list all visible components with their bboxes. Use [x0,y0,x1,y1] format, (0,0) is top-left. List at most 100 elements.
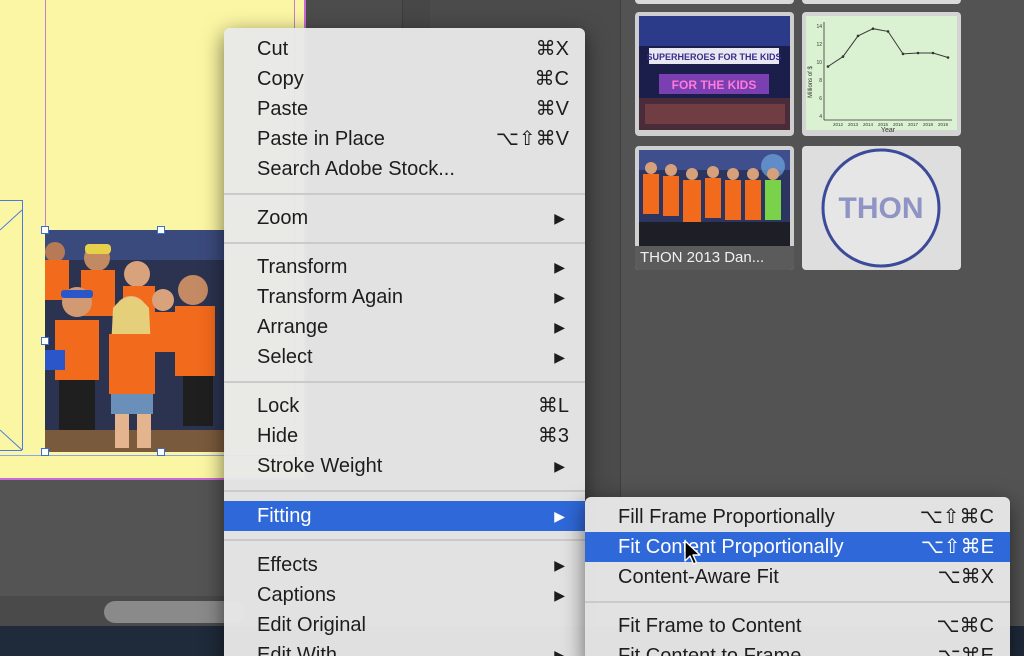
menu-item-label: Fit Content Proportionally [618,536,844,558]
submenu-arrow-icon: ▶ [554,210,565,226]
menu-item-search-adobe-stock[interactable]: Search Adobe Stock... [224,154,585,184]
chart-point [856,34,860,38]
submenu-item-fit-content-proportionally[interactable]: Fit Content Proportionally ⌥⇧⌘E [585,532,1010,562]
chart-xlabel: Year [881,127,896,134]
stage-banner-text: SUPERHEROES FOR THE KIDS [646,52,781,62]
submenu-arrow-icon: ▶ [554,289,565,305]
menu-item-label: Lock [257,395,300,417]
chart-xtick-label: 2017 [908,122,919,127]
frame-handle-middle-left[interactable] [41,337,49,345]
thumb-partial-left[interactable] [635,0,794,4]
menu-item-shortcut: ⌥⇧⌘V [495,128,569,150]
menu-item-cut[interactable]: Cut ⌘X [224,34,585,64]
submenu-arrow-icon: ▶ [554,508,565,524]
mouse-cursor-icon [684,540,701,565]
menu-item-shortcut: ⌥⇧⌘E [920,536,994,558]
chart-ytick-label: 12 [816,42,822,48]
menu-item-label: Fitting [257,505,312,527]
chart-point [886,30,890,33]
submenu-arrow-icon: ▶ [554,557,565,573]
stage-sign-text: FOR THE KIDS [672,78,757,92]
thumb-caption: THON 2013 Dan... [635,246,794,270]
chart-xtick-label: 2015 [878,122,889,127]
menu-item-shortcut: ⌘L [537,395,569,417]
horizontal-scroll-thumb[interactable] [104,601,244,623]
chart-ytick-label: 4 [819,114,822,120]
chart-ytick-label: 8 [819,78,822,84]
frame-handle-bottom-left[interactable] [41,448,49,456]
chart-xtick-label: 2019 [938,122,949,127]
thon-logo-text: THON [839,192,924,225]
menu-item-captions[interactable]: Captions ▶ [224,580,585,610]
chart-ytick-label: 6 [819,96,822,102]
frame-handle-bottom-middle[interactable] [157,448,165,456]
chart-point [916,51,920,55]
menu-item-lock[interactable]: Lock ⌘L [224,391,585,421]
chart-point [826,65,830,68]
menu-item-zoom[interactable]: Zoom ▶ [224,203,585,233]
menu-separator [585,601,1010,603]
chart-point [946,56,950,59]
submenu-arrow-icon: ▶ [554,458,565,474]
menu-separator [224,242,585,244]
menu-item-label: Content-Aware Fit [618,566,779,588]
menu-item-label: Fit Frame to Content [618,615,802,637]
menu-item-edit-original[interactable]: Edit Original [224,610,585,640]
menu-item-stroke-weight[interactable]: Stroke Weight ▶ [224,451,585,481]
submenu-arrow-icon: ▶ [554,259,565,275]
menu-item-label: Cut [257,38,289,60]
line-chart: Millions of $ Year 14 12 10 8 6 4 2012 2013 201… [806,16,957,134]
menu-item-shortcut: ⌘C [534,68,569,90]
menu-item-label: Hide [257,425,299,447]
chart-ytick-label: 14 [816,24,822,30]
context-menu: Cut ⌘X Copy ⌘C Paste ⌘V Paste in Place ⌥… [224,28,585,656]
menu-item-shortcut: ⌘V [535,98,569,120]
diagonal-guides [0,209,23,451]
submenu-item-fill-frame-proportionally[interactable]: Fill Frame Proportionally ⌥⇧⌘C [585,502,1010,532]
menu-item-copy[interactable]: Copy ⌘C [224,64,585,94]
menu-item-transform[interactable]: Transform ▶ [224,252,585,282]
menu-item-transform-again[interactable]: Transform Again ▶ [224,282,585,312]
dancers-photo [45,230,225,452]
thumb-thon-logo[interactable]: THON [802,146,961,270]
submenu-item-fit-frame-to-content[interactable]: Fit Frame to Content ⌥⌘C [585,611,1010,641]
menu-item-label: Paste in Place [257,128,385,150]
thumb-line-chart[interactable]: Millions of $ Year 14 12 10 8 6 4 2012 2013 201… [802,12,961,136]
menu-item-edit-with[interactable]: Edit With ▶ [224,640,585,656]
thumb-partial-right[interactable] [802,0,961,4]
thumb-stage-photo[interactable]: SUPERHEROES FOR THE KIDS FOR THE KIDS [635,12,794,136]
menu-item-label: Fill Frame Proportionally [618,506,835,528]
submenu-item-content-aware-fit[interactable]: Content-Aware Fit ⌥⌘X [585,562,1010,592]
menu-item-paste-in-place[interactable]: Paste in Place ⌥⇧⌘V [224,124,585,154]
menu-item-shortcut: ⌘X [535,38,569,60]
chart-point [901,52,905,56]
selected-image-frame[interactable] [45,230,225,452]
menu-item-select[interactable]: Select ▶ [224,342,585,372]
menu-item-effects[interactable]: Effects ▶ [224,550,585,580]
chart-xtick-label: 2013 [848,122,859,127]
thumb-dancers-photo[interactable]: THON 2013 Dan... [635,146,794,270]
menu-item-shortcut: ⌘3 [537,425,569,447]
menu-separator [224,539,585,541]
menu-item-hide[interactable]: Hide ⌘3 [224,421,585,451]
submenu-arrow-icon: ▶ [554,319,565,335]
frame-handle-top-left[interactable] [41,226,49,234]
chart-xtick-label: 2016 [893,122,904,127]
menu-item-label: Copy [257,68,304,90]
stage-photo: SUPERHEROES FOR THE KIDS FOR THE KIDS [639,16,790,130]
chart-point [871,27,875,30]
menu-item-label: Captions [257,584,336,606]
menu-item-fitting[interactable]: Fitting ▶ [224,501,585,531]
chart-xtick-label: 2012 [833,122,844,127]
menu-item-shortcut: ⌥⌘C [936,615,995,637]
menu-item-shortcut: ⌥⌘X [937,566,994,588]
menu-item-arrange[interactable]: Arrange ▶ [224,312,585,342]
menu-item-shortcut: ⌥⌘E [937,645,994,656]
menu-item-label: Fit Content to Frame [618,645,802,656]
menu-item-label: Edit Original [257,614,366,636]
submenu-item-fit-content-to-frame[interactable]: Fit Content to Frame ⌥⌘E [585,641,1010,656]
menu-item-paste[interactable]: Paste ⌘V [224,94,585,124]
chart-ylabel: Millions of $ [808,66,814,98]
frame-handle-top-middle[interactable] [157,226,165,234]
menu-item-label: Effects [257,554,318,576]
